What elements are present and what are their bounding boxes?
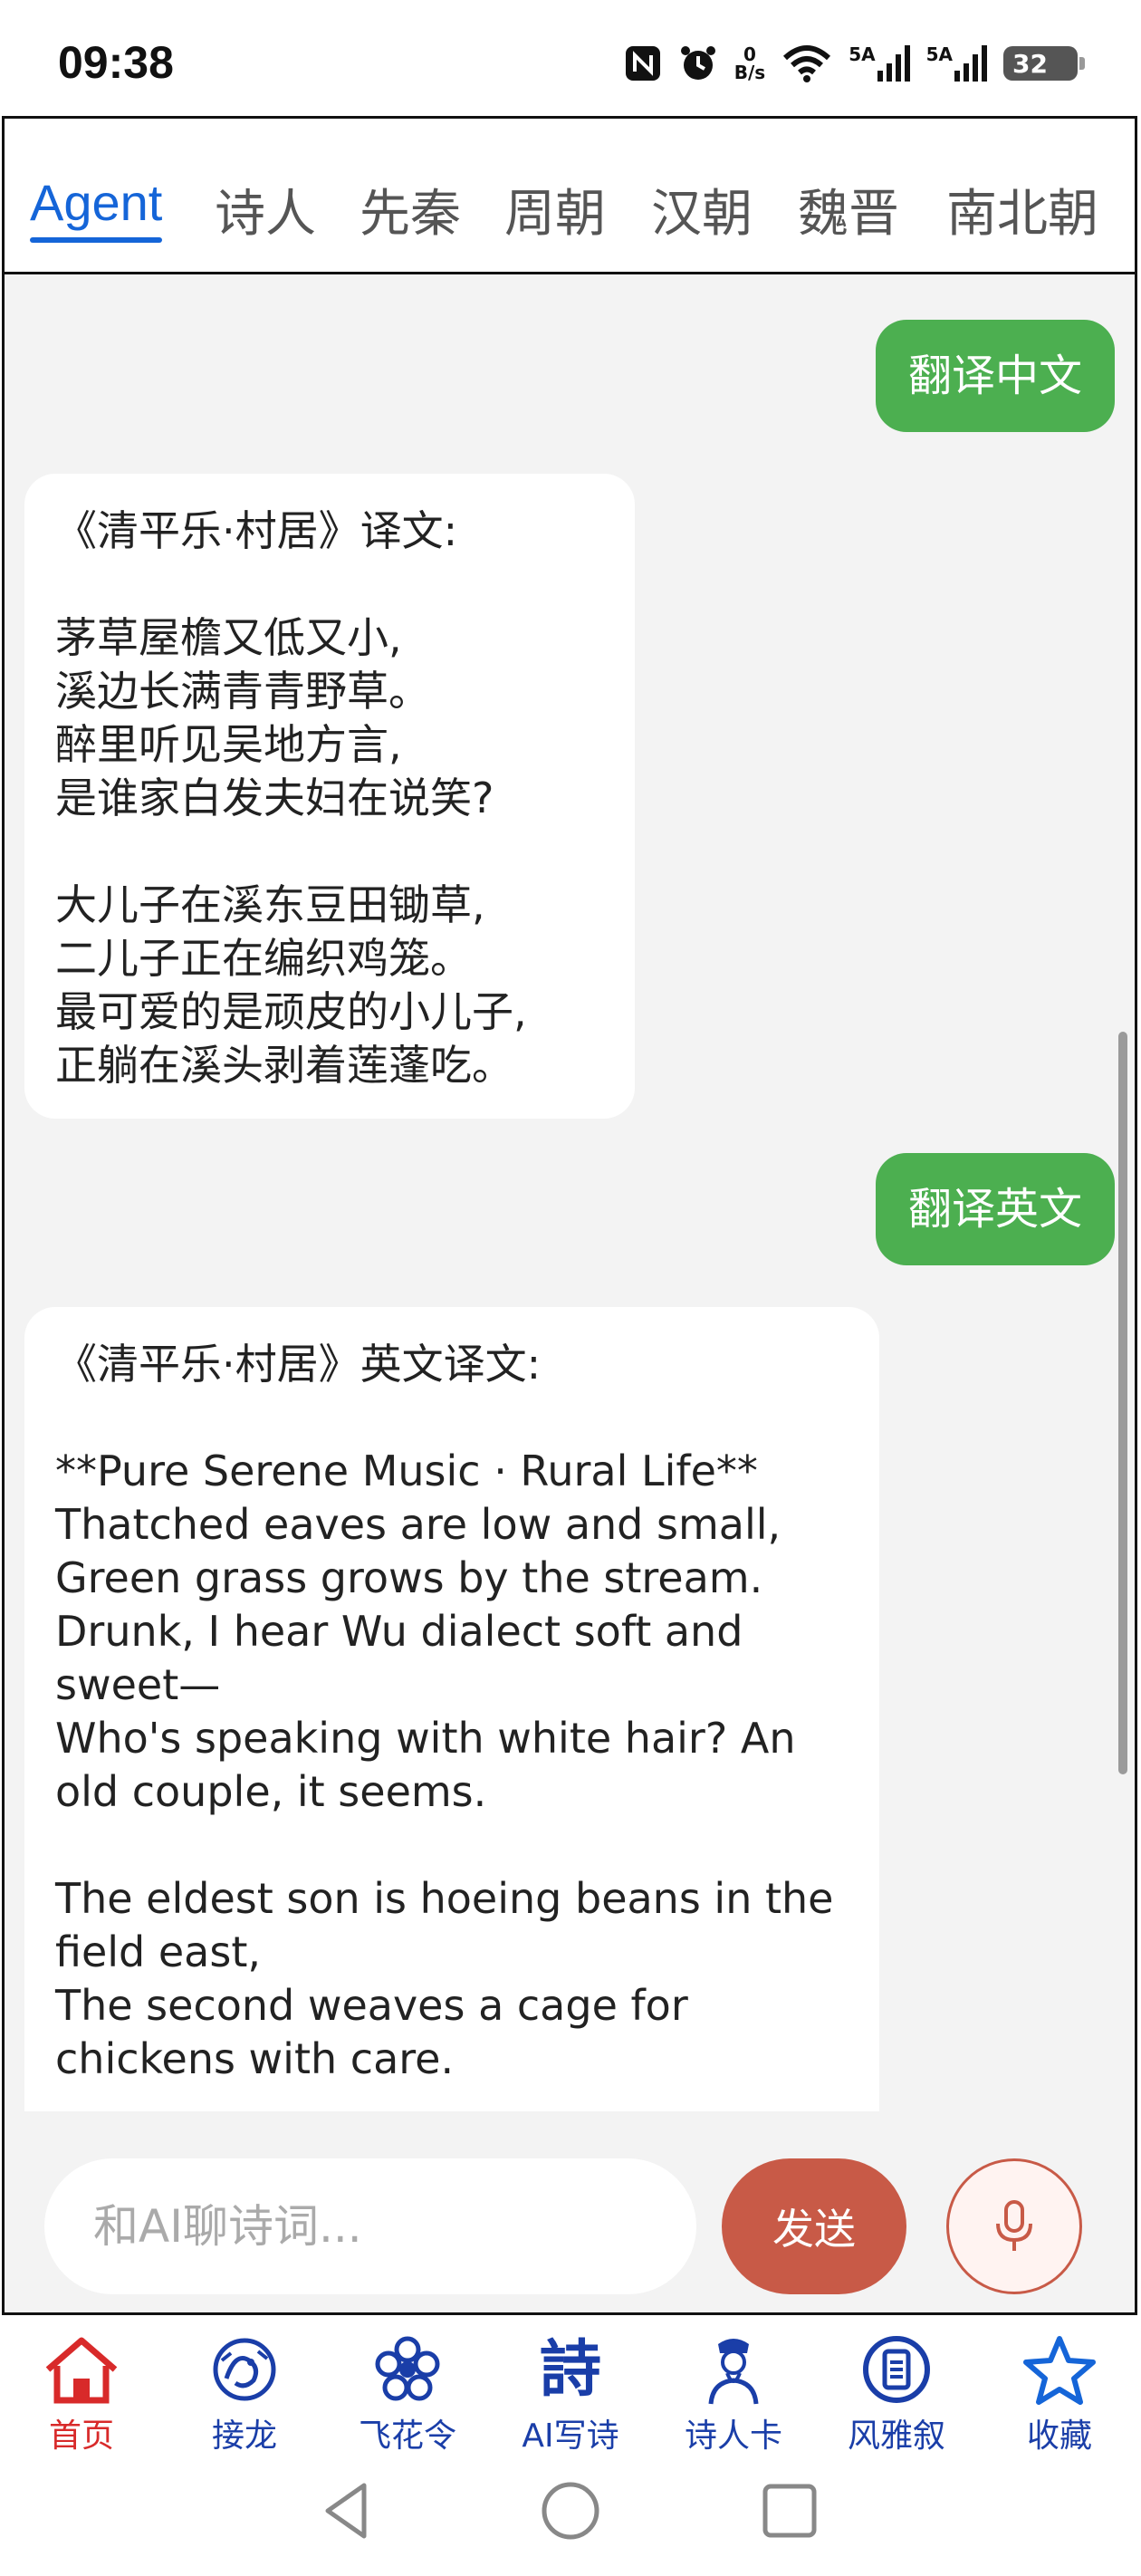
user-message: 翻译中文 — [875, 320, 1115, 432]
nav-label: 收藏 — [1026, 2417, 1092, 2455]
nav-label: 首页 — [48, 2417, 114, 2455]
tab-wei-jin[interactable]: 魏晋 — [798, 173, 899, 246]
net-speed-unit: B/s — [734, 62, 766, 83]
signal-bars-icon — [877, 45, 910, 82]
dragon-icon — [213, 2338, 276, 2401]
alarm-icon — [680, 46, 715, 80]
assistant-message: 《清平乐·村居》英文译文: **Pure Serene Music · Rura… — [24, 1307, 879, 2193]
send-button[interactable]: 发送 — [722, 2158, 906, 2294]
battery-level: 32 — [1012, 48, 1048, 79]
nav-label: 诗人卡 — [684, 2417, 782, 2455]
nav-ai-poem[interactable]: 詩 AI写诗 — [498, 2333, 643, 2456]
chat-input[interactable] — [44, 2158, 696, 2294]
nav-label: 飞花令 — [358, 2417, 456, 2455]
tab-poets[interactable]: 诗人 — [215, 173, 316, 246]
assistant-message: 《清平乐·村居》译文: 茅草屋檐又低又小, 溪边长满青青野草。 醉里听见吴地方言… — [24, 474, 635, 1119]
system-nav-bar — [0, 2460, 1141, 2576]
chat-area[interactable]: 翻译中文 《清平乐·村居》译文: 茅草屋檐又低又小, 溪边长满青青野草。 醉里听… — [5, 274, 1135, 2193]
nav-dragon[interactable]: 接龙 — [172, 2333, 317, 2456]
sim1-signal: 5A — [849, 43, 910, 82]
bottom-nav: 首页 接龙 飞花令 詩 AI写诗 诗人卡 风雅叙 收藏 — [0, 2315, 1141, 2460]
nav-fengyaxu[interactable]: 风雅叙 — [824, 2333, 969, 2456]
nav-poet-card[interactable]: 诗人卡 — [661, 2333, 806, 2456]
tab-han[interactable]: 汉朝 — [651, 173, 753, 246]
status-time: 09:38 — [58, 37, 174, 88]
nfc-icon — [625, 46, 660, 81]
star-icon — [1023, 2336, 1096, 2405]
recents-icon[interactable] — [761, 2482, 819, 2540]
back-icon[interactable] — [319, 2480, 377, 2542]
status-bar: 09:38 0 B/s 5A 5A 32 — [0, 0, 1141, 116]
nav-favorites[interactable]: 收藏 — [987, 2333, 1132, 2456]
input-area: 发送 — [5, 2111, 1135, 2312]
sim1-label: 5A — [849, 43, 876, 65]
app-frame: Agent 诗人 先秦 周朝 汉朝 魏晋 南北朝 翻译中文 《清平乐·村居》译文… — [2, 116, 1137, 2315]
nav-label: 风雅叙 — [847, 2417, 945, 2455]
category-tabs: Agent 诗人 先秦 周朝 汉朝 魏晋 南北朝 — [5, 119, 1135, 274]
net-speed-value: 0 — [743, 43, 756, 65]
home-circle-icon[interactable] — [540, 2480, 601, 2542]
status-icons: 0 B/s 5A 5A 32 — [624, 43, 1085, 83]
mic-button[interactable] — [946, 2158, 1082, 2294]
net-speed: 0 B/s — [734, 45, 765, 82]
microphone-icon — [996, 2200, 1032, 2251]
tab-pre-qin[interactable]: 先秦 — [360, 173, 461, 246]
battery-icon: 32 — [1003, 46, 1085, 81]
poet-portrait-icon — [708, 2339, 759, 2405]
nav-flower[interactable]: 飞花令 — [335, 2333, 480, 2456]
poem-glyph-icon: 詩 — [539, 2333, 601, 2406]
sim2-signal: 5A — [926, 45, 987, 82]
tab-zhou[interactable]: 周朝 — [504, 173, 606, 246]
nav-label: AI写诗 — [522, 2417, 619, 2455]
nav-home[interactable]: 首页 — [9, 2333, 154, 2456]
chat-scrollbar[interactable] — [1118, 1032, 1127, 1774]
tab-agent[interactable]: Agent — [30, 173, 163, 243]
scroll-circle-icon — [863, 2336, 930, 2403]
sim2-label: 5A — [925, 43, 953, 65]
tab-southern-northern[interactable]: 南北朝 — [946, 173, 1098, 246]
nav-label: 接龙 — [211, 2417, 277, 2455]
home-icon — [45, 2337, 118, 2404]
flower-icon — [375, 2336, 440, 2401]
signal-bars-icon — [954, 45, 987, 82]
user-message: 翻译英文 — [875, 1153, 1115, 1265]
wifi-icon — [783, 45, 831, 82]
